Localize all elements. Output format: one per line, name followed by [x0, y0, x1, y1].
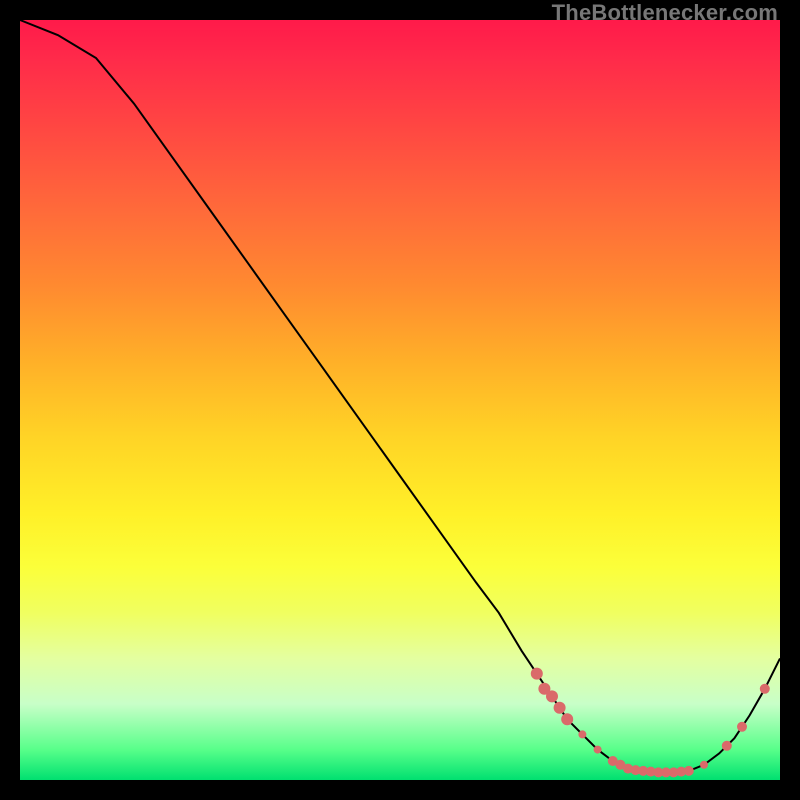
marker-dot	[737, 722, 747, 732]
marker-dot	[594, 746, 602, 754]
chart-frame: TheBottlenecker.com	[0, 0, 800, 800]
marker-dot	[760, 684, 770, 694]
marker-dot	[561, 713, 573, 725]
marker-dot	[546, 690, 558, 702]
marker-dot	[722, 741, 732, 751]
marker-dot	[684, 766, 694, 776]
chart-svg	[20, 20, 780, 780]
marker-dot	[554, 702, 566, 714]
plot-area	[20, 20, 780, 780]
marker-dot	[531, 668, 543, 680]
marker-group	[531, 668, 770, 778]
marker-dot	[700, 761, 708, 769]
marker-dot	[578, 730, 586, 738]
bottleneck-curve	[20, 20, 780, 772]
